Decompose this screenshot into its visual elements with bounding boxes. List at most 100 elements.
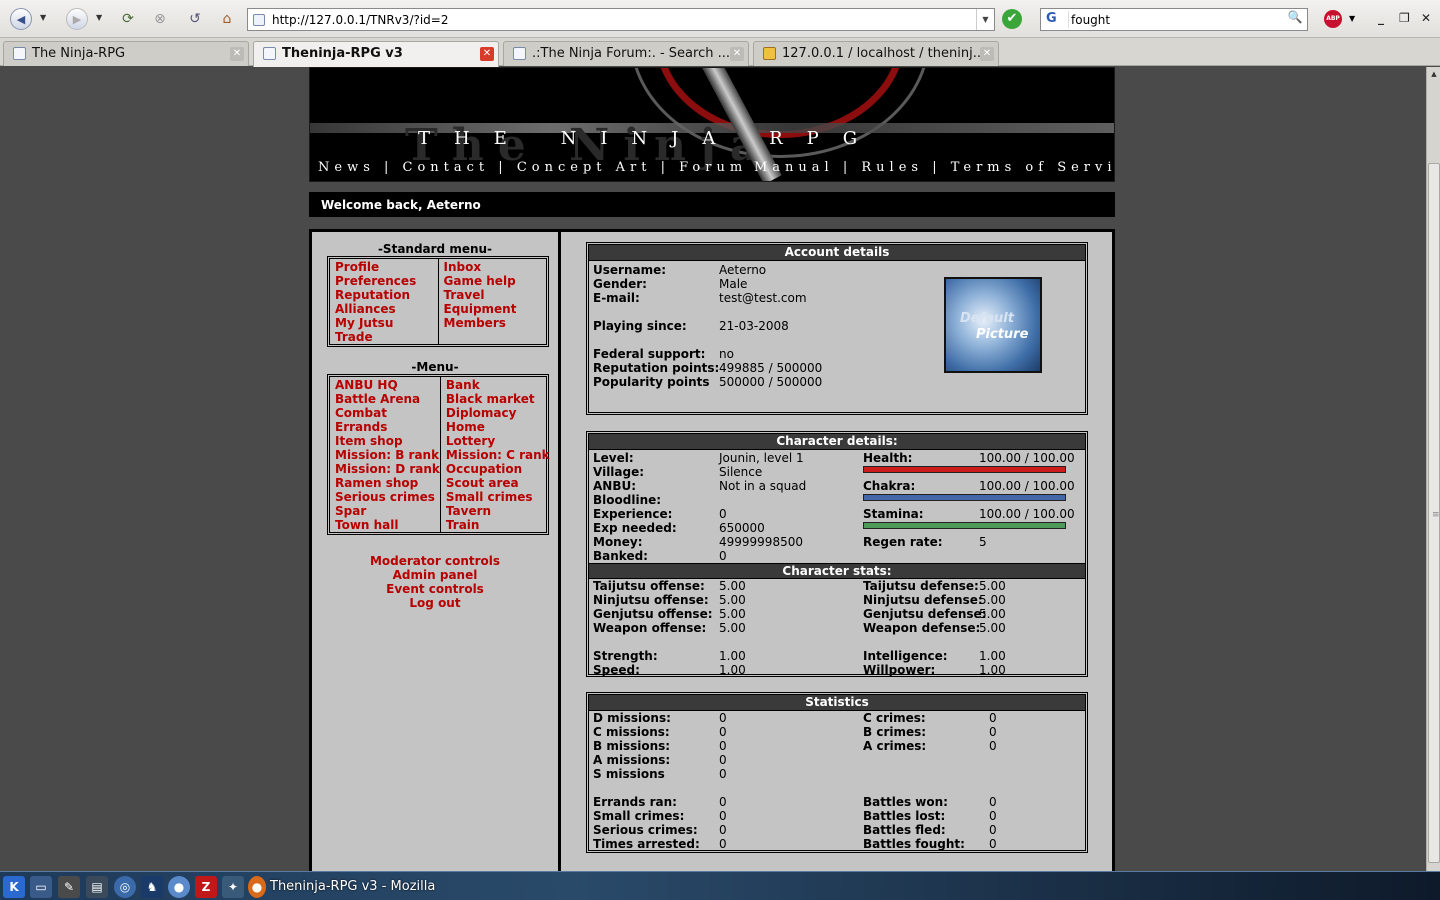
- history-icon[interactable]: ↺: [185, 9, 205, 29]
- pma-favicon: [763, 47, 776, 60]
- url-input[interactable]: [272, 11, 972, 28]
- search-input[interactable]: [1071, 11, 1281, 28]
- tab-ninja-rpg[interactable]: The Ninja-RPG ✕: [3, 41, 249, 66]
- forward-button[interactable]: ▶: [66, 8, 88, 30]
- scroll-up-icon[interactable]: ▲: [1429, 70, 1439, 80]
- terminal-icon[interactable]: ▤: [86, 876, 108, 898]
- adblock-dropdown[interactable]: ▼: [1349, 14, 1355, 23]
- forward-history-dropdown[interactable]: ▼: [96, 13, 102, 22]
- nav-contact[interactable]: Contact: [403, 160, 490, 175]
- log-out-link[interactable]: Log out: [312, 596, 558, 610]
- menu-link-item-shop[interactable]: Item shop: [335, 434, 440, 448]
- taijutsu-offense-value: 5.00: [719, 579, 746, 593]
- nav-manual[interactable]: Manual: [754, 160, 834, 175]
- menu-link-game-help[interactable]: Game help: [444, 274, 547, 288]
- firefox-icon[interactable]: ●: [248, 876, 266, 898]
- url-dropdown-icon[interactable]: ▼: [976, 9, 994, 30]
- search-icon[interactable]: 🔍: [1285, 10, 1305, 29]
- menu-link-spar[interactable]: Spar: [335, 504, 440, 518]
- ninjutsu-offense-label: Ninjutsu offense:: [593, 593, 709, 607]
- stamina-value: 100.00 / 100.00: [979, 507, 1075, 521]
- avatar[interactable]: Default Picture: [944, 277, 1042, 373]
- menu-link-scout-area[interactable]: Scout area: [446, 476, 550, 490]
- menu-link-occupation[interactable]: Occupation: [446, 462, 550, 476]
- nav-news[interactable]: News: [318, 160, 375, 175]
- admin-panel-link[interactable]: Admin panel: [312, 568, 558, 582]
- back-button[interactable]: ◀: [10, 8, 32, 30]
- stop-icon[interactable]: ⊗: [150, 9, 170, 29]
- tools-icon[interactable]: ✎: [58, 876, 80, 898]
- menu-link-equipment[interactable]: Equipment: [444, 302, 547, 316]
- menu-link-ramen-shop[interactable]: Ramen shop: [335, 476, 440, 490]
- battles-fought-value: 0: [989, 837, 997, 851]
- event-controls-link[interactable]: Event controls: [312, 582, 558, 596]
- url-bar[interactable]: ▼: [247, 8, 995, 31]
- menu-link-anbu-hq[interactable]: ANBU HQ: [335, 378, 440, 392]
- close-window-icon[interactable]: ✕: [1421, 11, 1431, 25]
- menu-link-tavern[interactable]: Tavern: [446, 504, 550, 518]
- app-launcher-icon[interactable]: ♞: [141, 876, 163, 898]
- battles-fled-value: 0: [989, 823, 997, 837]
- menu-link-reputation[interactable]: Reputation: [335, 288, 438, 302]
- system-icon[interactable]: ✦: [222, 876, 244, 898]
- filezilla-icon[interactable]: Z: [195, 876, 217, 898]
- desktop-icon[interactable]: ▭: [30, 876, 52, 898]
- welcome-bar: Welcome back, Aeterno: [309, 192, 1115, 217]
- menu-link-preferences[interactable]: Preferences: [335, 274, 438, 288]
- tab-favicon: [13, 47, 26, 60]
- nav-rules[interactable]: Rules: [861, 160, 923, 175]
- search-bar[interactable]: G 🔍: [1040, 8, 1308, 31]
- nav-concept-art[interactable]: Concept Art: [517, 160, 652, 175]
- tab-close-icon[interactable]: ✕: [980, 47, 994, 61]
- home-icon[interactable]: ⌂: [217, 9, 237, 29]
- menu-link-mission-c[interactable]: Mission: C rank: [446, 448, 550, 462]
- tab-close-icon[interactable]: ✕: [230, 47, 244, 61]
- menu-link-town-hall[interactable]: Town hall: [335, 518, 440, 532]
- chat-icon[interactable]: ●: [168, 876, 190, 898]
- menu-link-home[interactable]: Home: [446, 420, 550, 434]
- menu-link-inbox[interactable]: Inbox: [444, 260, 547, 274]
- menu-link-combat[interactable]: Combat: [335, 406, 440, 420]
- tab-close-icon[interactable]: ✕: [730, 47, 744, 61]
- minimize-icon[interactable]: _: [1378, 11, 1384, 25]
- search-engine-icon[interactable]: G: [1043, 11, 1069, 28]
- menu-link-trade[interactable]: Trade: [335, 330, 438, 344]
- back-history-dropdown[interactable]: ▼: [40, 13, 46, 22]
- menu-link-profile[interactable]: Profile: [335, 260, 438, 274]
- taskbar-window-title[interactable]: Theninja-RPG v3 - Mozilla: [270, 879, 435, 894]
- menu-link-errands[interactable]: Errands: [335, 420, 440, 434]
- exp-needed-value: 650000: [719, 521, 765, 535]
- scrollbar-thumb[interactable]: ≡: [1428, 163, 1440, 863]
- menu-link-mission-d[interactable]: Mission: D rank: [335, 462, 440, 476]
- email-value: test@test.com: [719, 291, 807, 305]
- browser-launcher-icon[interactable]: ◎: [114, 876, 136, 898]
- moderator-controls-link[interactable]: Moderator controls: [312, 554, 558, 568]
- menu-link-travel[interactable]: Travel: [444, 288, 547, 302]
- reputation-value: 499885 / 500000: [719, 361, 823, 375]
- menu-link-alliances[interactable]: Alliances: [335, 302, 438, 316]
- reload-icon[interactable]: ⟳: [118, 9, 138, 29]
- page-scrollbar[interactable]: ▲ ≡: [1426, 67, 1440, 871]
- menu-link-train[interactable]: Train: [446, 518, 550, 532]
- menu-link-mission-b[interactable]: Mission: B rank: [335, 448, 440, 462]
- menu-link-members[interactable]: Members: [444, 316, 547, 330]
- menu-link-battle-arena[interactable]: Battle Arena: [335, 392, 440, 406]
- menu-link-serious-crimes[interactable]: Serious crimes: [335, 490, 440, 504]
- maximize-icon[interactable]: ❐: [1399, 11, 1410, 25]
- nav-terms[interactable]: Terms of Service: [951, 160, 1114, 175]
- menu-link-my-jutsu[interactable]: My Jutsu: [335, 316, 438, 330]
- tab-phpmyadmin[interactable]: 127.0.0.1 / localhost / theninj... ✕: [753, 41, 999, 66]
- nav-forum[interactable]: Forum: [679, 160, 747, 175]
- health-bar: [863, 466, 1066, 473]
- menu-link-bank[interactable]: Bank: [446, 378, 550, 392]
- adblock-icon[interactable]: ABP: [1324, 10, 1342, 28]
- tab-ninja-forum[interactable]: .:The Ninja Forum:. - Search ... ✕: [503, 41, 749, 66]
- tab-close-icon[interactable]: ✕: [480, 47, 494, 61]
- menu-link-black-market[interactable]: Black market: [446, 392, 550, 406]
- menu-link-lottery[interactable]: Lottery: [446, 434, 550, 448]
- menu-link-diplomacy[interactable]: Diplomacy: [446, 406, 550, 420]
- tab-theninja-v3[interactable]: Theninja-RPG v3 ✕: [253, 41, 499, 67]
- kde-menu-icon[interactable]: K: [3, 876, 25, 898]
- menu-link-small-crimes[interactable]: Small crimes: [446, 490, 550, 504]
- go-check-icon[interactable]: ✔: [1002, 9, 1022, 29]
